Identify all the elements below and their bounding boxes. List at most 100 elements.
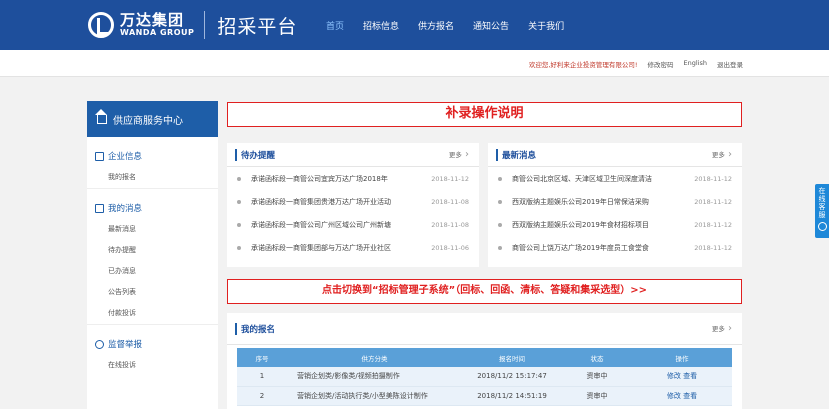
sidebar-title: 供应商服务中心 — [113, 115, 183, 127]
sidebar-group-label: 企业信息 — [108, 152, 143, 162]
sidebar-item-done[interactable]: 已办消息 — [87, 261, 218, 282]
switch-system-banner[interactable]: 点击切换到“招标管理子系统”（回标、回函、清标、答疑和集采选型）>> — [227, 279, 742, 304]
nav-home[interactable]: 首页 — [326, 19, 344, 32]
bullet-icon — [498, 176, 502, 181]
sidebar-group-supervision: 监督举报 在线投诉 — [87, 333, 218, 376]
wanda-logo-icon — [88, 12, 114, 38]
list-item[interactable]: 西双版纳主题娱乐公司2019年食材招标项目 2018-11-12 — [488, 213, 742, 236]
cell-time: 2018/11/2 14:51:19 — [462, 386, 562, 406]
nav-supplier-signup[interactable]: 供方报名 — [418, 19, 454, 32]
wanda-logo[interactable]: 万达集团 WANDA GROUP 招采平台 — [88, 10, 297, 40]
sidebar-item-todo[interactable]: 待办提醒 — [87, 240, 218, 261]
item-date: 2018-11-08 — [431, 220, 469, 229]
bullet-icon — [237, 245, 241, 250]
home-icon — [95, 108, 107, 124]
cell-no: 1 — [237, 367, 287, 387]
online-service-tab[interactable]: 在线客服 — [815, 184, 829, 238]
item-text: 西双版纳主题娱乐公司2019年日常保洁采购 — [512, 197, 649, 206]
logo-divider — [204, 11, 206, 39]
more-link[interactable]: 更多 — [712, 149, 732, 160]
cell-status: 资审中 — [562, 386, 632, 406]
user-bar: 欢迎您,好利来企业投资管理有限公司! 修改密码 English 退出登录 — [0, 50, 829, 77]
cell-time: 2018/11/2 15:17:47 — [462, 367, 562, 387]
item-date: 2018-11-12 — [694, 220, 732, 229]
list-item[interactable]: 承诺函标段一商管公司广州区域公司广州新塘 2018-11-08 — [227, 213, 479, 236]
sidebar-item-online-complaint[interactable]: 在线投诉 — [87, 355, 218, 376]
edit-link[interactable]: 修改 — [667, 372, 681, 380]
item-text: 西双版纳主题娱乐公司2019年食材招标项目 — [512, 220, 649, 229]
sidebar-item-latest[interactable]: 最新消息 — [87, 219, 218, 240]
sidebar-group-title[interactable]: 企业信息 — [87, 145, 218, 167]
top-header: 万达集团 WANDA GROUP 招采平台 首页 招标信息 供方报名 通知公告 … — [0, 0, 829, 50]
signup-table: 序号 供方分类 报名时间 状态 操作 1 营销企划类/影像类/视频拍摄制作 20… — [237, 348, 732, 406]
nav-notices[interactable]: 通知公告 — [473, 19, 509, 32]
supplement-instructions-banner[interactable]: 补录操作说明 — [227, 102, 742, 127]
more-link[interactable]: 更多 — [449, 149, 469, 160]
bullet-icon — [237, 176, 241, 181]
list-item[interactable]: 商管公司北京区域、天津区域卫生间深度清洁 2018-11-12 — [488, 167, 742, 190]
list-item[interactable]: 商管公司上饶万达广场2019年度员工食堂食 2018-11-12 — [488, 236, 742, 259]
edit-link[interactable]: 修改 — [667, 392, 681, 400]
shield-icon — [95, 339, 104, 349]
cell-category: 营销企划类/影像类/视频拍摄制作 — [287, 367, 462, 387]
sidebar-item-payment-complaint[interactable]: 付款投诉 — [87, 303, 218, 324]
sidebar-group-messages: 我的消息 最新消息 待办提醒 已办消息 公告列表 付款投诉 — [87, 197, 218, 325]
item-date: 2018-11-12 — [694, 197, 732, 206]
sidebar: 供应商服务中心 企业信息 我的报名 我的消息 最新消息 待办提醒 已办消息 公告… — [87, 101, 218, 409]
more-link[interactable]: 更多 — [712, 323, 732, 334]
mail-icon — [95, 203, 104, 213]
bullet-icon — [498, 245, 502, 250]
sidebar-group-title[interactable]: 监督举报 — [87, 333, 218, 355]
view-link[interactable]: 查看 — [683, 372, 697, 380]
sidebar-item-announcements[interactable]: 公告列表 — [87, 282, 218, 303]
todo-panel: 待办提醒 更多 承诺函标段一商管公司宜宾万达广场2018年2018-11-12 … — [227, 143, 479, 267]
logo-cn-text: 万达集团 — [120, 10, 185, 29]
table-header-row: 序号 供方分类 报名时间 状态 操作 — [237, 348, 732, 367]
item-date: 2018-11-12 — [431, 174, 469, 183]
cell-status: 资审中 — [562, 367, 632, 387]
change-password-link[interactable]: 修改密码 — [648, 59, 674, 69]
col-actions: 操作 — [632, 348, 732, 367]
item-date: 2018-11-12 — [694, 174, 732, 183]
panel-title: 待办提醒 — [235, 148, 275, 161]
list-item[interactable]: 承诺函标段一商管集团部与万达广场开业社区 2018-11-06 — [227, 236, 479, 259]
my-signup-panel: 我的报名 更多 序号 供方分类 报名时间 状态 操作 1 营销企划类/影像类/视… — [227, 313, 742, 409]
main-nav: 首页 招标信息 供方报名 通知公告 关于我们 — [326, 0, 583, 50]
sidebar-header[interactable]: 供应商服务中心 — [87, 101, 218, 137]
cell-actions: 修改 查看 — [632, 367, 732, 387]
headset-icon — [817, 222, 827, 231]
col-category: 供方分类 — [287, 348, 462, 367]
item-text: 承诺函标段一商管集团部与万达广场开业社区 — [251, 243, 391, 252]
item-date: 2018-11-08 — [431, 197, 469, 206]
table-row: 1 营销企划类/影像类/视频拍摄制作 2018/11/2 15:17:47 资审… — [237, 367, 732, 387]
sidebar-group-title[interactable]: 我的消息 — [87, 197, 218, 219]
panel-title: 最新消息 — [496, 148, 536, 161]
item-text: 承诺函标段一商管集团贵港万达广场开业活动 — [251, 197, 391, 206]
sidebar-group-company: 企业信息 我的报名 — [87, 145, 218, 189]
sidebar-item-my-signup[interactable]: 我的报名 — [87, 167, 218, 188]
welcome-text: 欢迎您,好利来企业投资管理有限公司! — [528, 61, 638, 69]
item-text: 承诺函标段一商管公司宜宾万达广场2018年 — [251, 174, 388, 183]
item-text: 商管公司上饶万达广场2019年度员工食堂食 — [512, 243, 649, 252]
cell-category: 营销企划类/活动执行类/小型美陈设计制作 — [287, 386, 462, 406]
item-text: 商管公司北京区域、天津区域卫生间深度清洁 — [512, 174, 652, 183]
sidebar-group-label: 我的消息 — [108, 204, 143, 214]
item-text: 承诺函标段一商管公司广州区域公司广州新塘 — [251, 220, 391, 229]
list-item[interactable]: 承诺函标段一商管公司宜宾万达广场2018年 2018-11-12 — [227, 167, 479, 190]
platform-title: 招采平台 — [217, 15, 298, 38]
english-link[interactable]: English — [684, 59, 707, 69]
cell-no: 2 — [237, 386, 287, 406]
bullet-icon — [237, 199, 241, 204]
list-item[interactable]: 西双版纳主题娱乐公司2019年日常保洁采购 2018-11-12 — [488, 190, 742, 213]
logout-link[interactable]: 退出登录 — [717, 59, 743, 69]
list-item[interactable]: 承诺函标段一商管集团贵港万达广场开业活动 2018-11-08 — [227, 190, 479, 213]
col-time: 报名时间 — [462, 348, 562, 367]
cell-actions: 修改 查看 — [632, 386, 732, 406]
view-link[interactable]: 查看 — [683, 392, 697, 400]
bullet-icon — [498, 222, 502, 227]
nav-tender-info[interactable]: 招标信息 — [363, 19, 399, 32]
bullet-icon — [498, 199, 502, 204]
sidebar-group-label: 监督举报 — [108, 340, 143, 350]
bullet-icon — [237, 222, 241, 227]
nav-about[interactable]: 关于我们 — [528, 19, 564, 32]
